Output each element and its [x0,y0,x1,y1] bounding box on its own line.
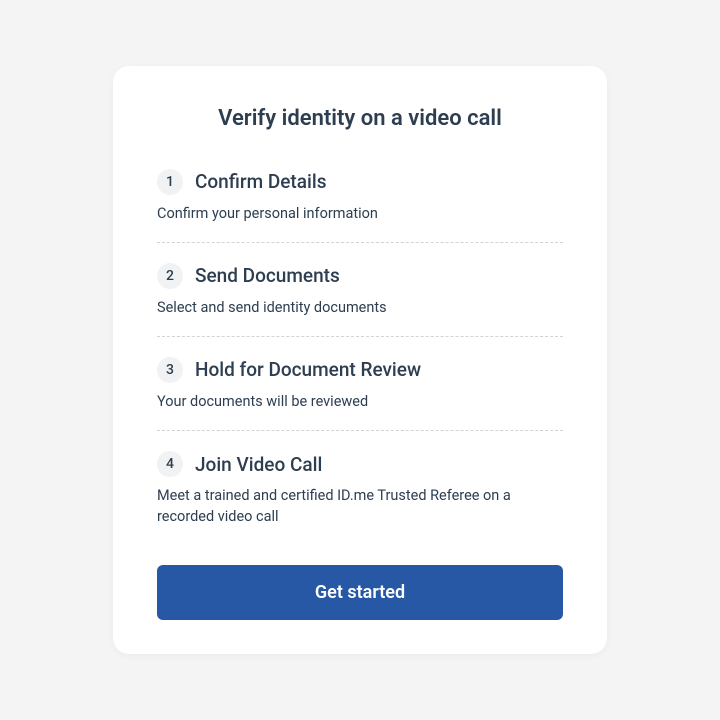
step-1-title: Confirm Details [195,170,326,193]
step-2: 2 Send Documents Select and send identit… [157,263,563,336]
step-4-number: 4 [157,451,183,477]
step-3: 3 Hold for Document Review Your document… [157,357,563,430]
step-2-desc: Select and send identity documents [157,297,563,318]
step-4-desc: Meet a trained and certified ID.me Trust… [157,485,563,527]
divider [157,336,563,337]
step-2-header: 2 Send Documents [157,263,563,289]
steps-list: 1 Confirm Details Confirm your personal … [157,169,563,545]
step-1-header: 1 Confirm Details [157,169,563,195]
step-1-number: 1 [157,169,183,195]
get-started-button[interactable]: Get started [157,565,563,620]
step-3-title: Hold for Document Review [195,358,421,381]
step-2-title: Send Documents [195,264,340,287]
step-3-header: 3 Hold for Document Review [157,357,563,383]
verify-card: Verify identity on a video call 1 Confir… [113,66,607,654]
step-4-header: 4 Join Video Call [157,451,563,477]
step-3-desc: Your documents will be reviewed [157,391,563,412]
divider [157,242,563,243]
step-3-number: 3 [157,357,183,383]
step-2-number: 2 [157,263,183,289]
step-4-title: Join Video Call [195,453,322,476]
page-title: Verify identity on a video call [157,106,563,131]
step-1-desc: Confirm your personal information [157,203,563,224]
divider [157,430,563,431]
step-4: 4 Join Video Call Meet a trained and cer… [157,451,563,545]
step-1: 1 Confirm Details Confirm your personal … [157,169,563,242]
